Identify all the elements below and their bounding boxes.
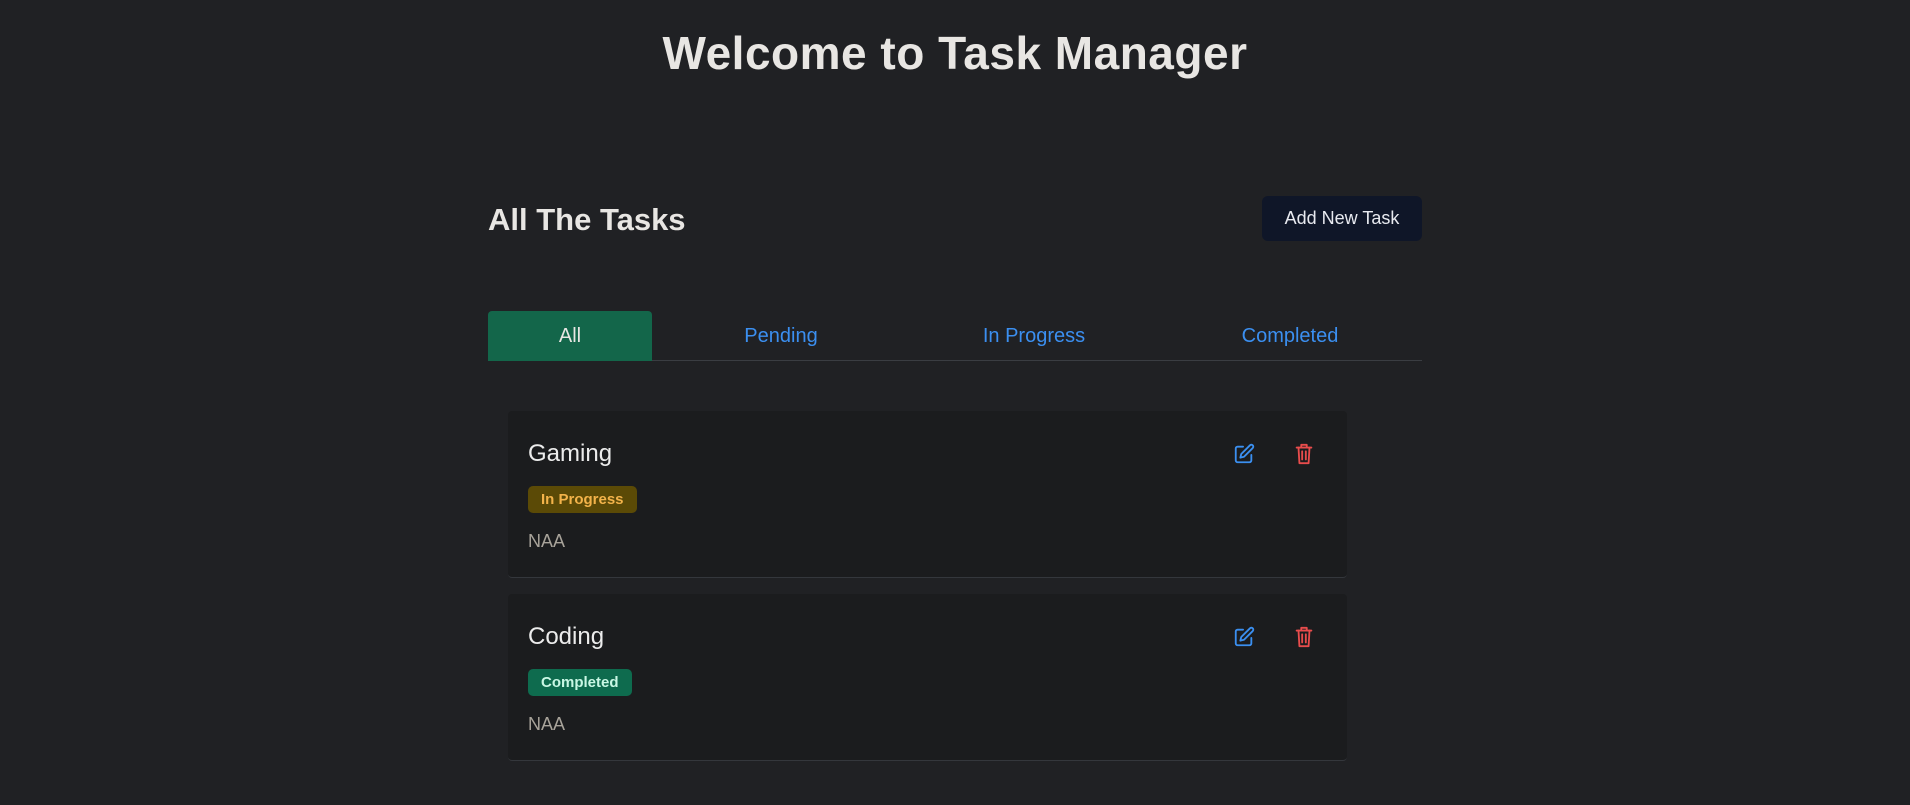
page-title: Welcome to Task Manager xyxy=(662,27,1248,79)
task-card: Gaming In Progress NAA xyxy=(508,411,1347,578)
status-badge: In Progress xyxy=(528,486,637,513)
task-title: Gaming xyxy=(528,440,613,467)
trash-icon[interactable] xyxy=(1291,441,1317,467)
tab-pending[interactable]: Pending xyxy=(652,311,910,361)
section-header: All The Tasks Add New Task xyxy=(488,196,1422,241)
task-description: NAA xyxy=(528,714,566,734)
trash-icon[interactable] xyxy=(1291,624,1317,650)
tab-completed[interactable]: Completed xyxy=(1158,311,1422,361)
section-title: All The Tasks xyxy=(488,201,686,237)
task-actions xyxy=(1231,624,1317,650)
task-container: All The Tasks Add New Task All Pending I… xyxy=(488,196,1422,777)
status-tabs: All Pending In Progress Completed xyxy=(488,311,1422,361)
status-badge: Completed xyxy=(528,669,632,696)
task-actions xyxy=(1231,441,1317,467)
task-card: Coding Completed NAA xyxy=(508,594,1347,761)
edit-icon[interactable] xyxy=(1231,624,1257,650)
task-list: Gaming In Progress NAA Coding Completed … xyxy=(508,411,1347,761)
task-title: Coding xyxy=(528,623,605,650)
add-new-task-button[interactable]: Add New Task xyxy=(1262,196,1422,241)
tab-all[interactable]: All xyxy=(488,311,652,361)
task-description: NAA xyxy=(528,531,566,551)
tab-in-progress[interactable]: In Progress xyxy=(910,311,1158,361)
edit-icon[interactable] xyxy=(1231,441,1257,467)
